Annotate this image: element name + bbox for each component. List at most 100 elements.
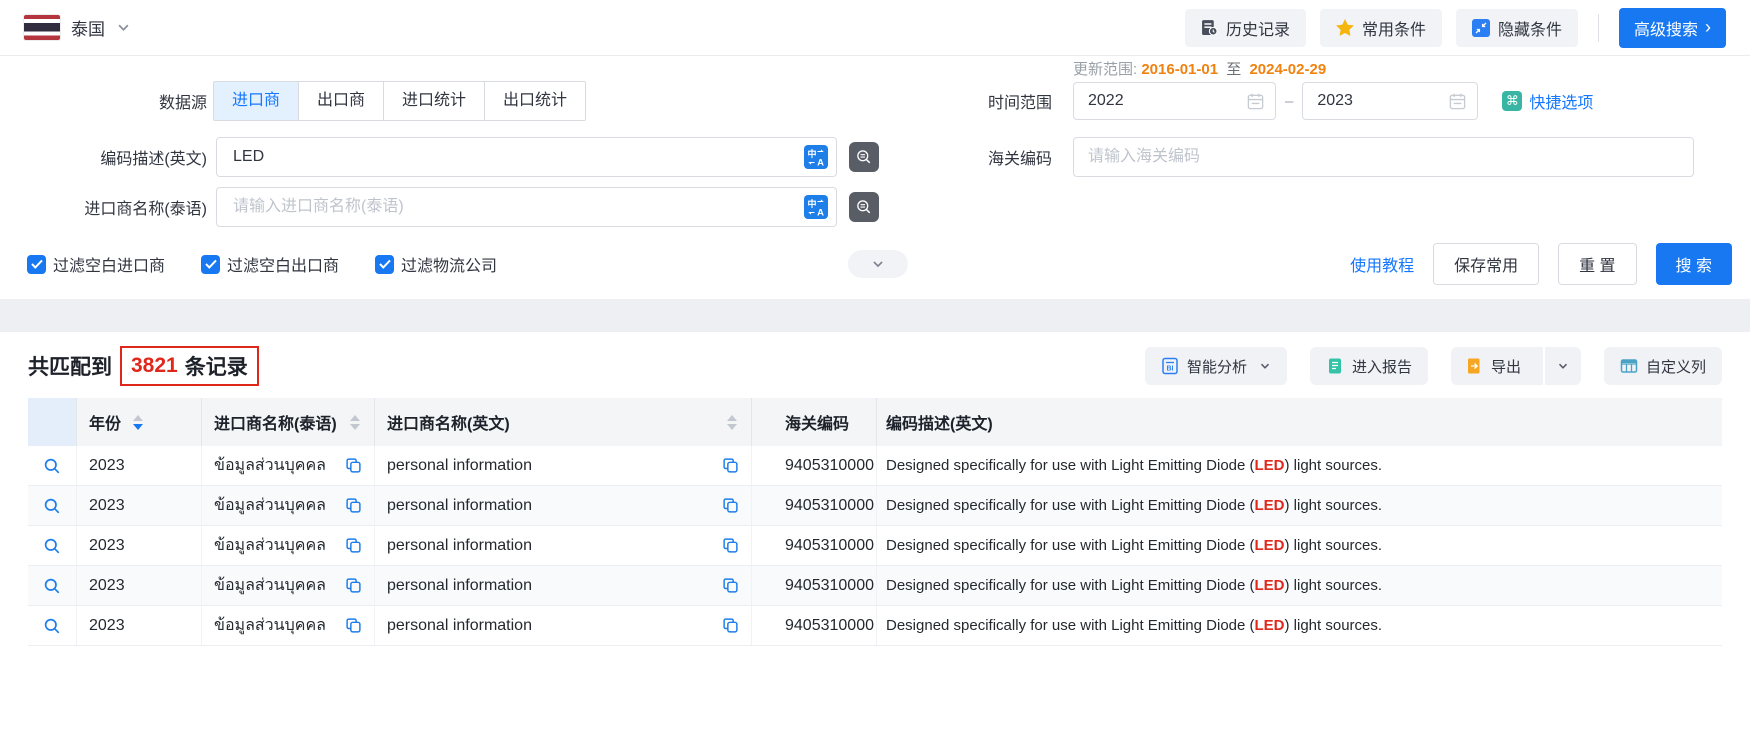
copy-button[interactable]	[722, 617, 739, 634]
row-hs-code: 9405310000	[785, 537, 874, 555]
sort-importer-th-control[interactable]	[350, 415, 360, 430]
code-desc-field[interactable]: 中 A	[216, 137, 837, 177]
collapse-form-button[interactable]	[848, 250, 908, 278]
history-label: 历史记录	[1226, 16, 1290, 40]
match-prefix: 共匹配到	[28, 351, 112, 381]
sort-importer-en-control[interactable]	[727, 415, 737, 430]
hide-conditions-button[interactable]: 隐藏条件	[1456, 9, 1578, 47]
country-selector[interactable]: 泰国	[24, 15, 131, 40]
view-detail-button[interactable]	[43, 497, 61, 515]
importer-label: 进口商名称(泰语)	[0, 195, 207, 219]
view-detail-button[interactable]	[43, 577, 61, 595]
copy-button[interactable]	[722, 537, 739, 554]
tab-export-stats[interactable]: 出口统计	[485, 82, 585, 120]
row-importer-th-cell: ข้อมูลส่วนบุคคล	[202, 606, 375, 645]
custom-columns-button[interactable]: 自定义列	[1604, 347, 1722, 385]
importer-input[interactable]	[231, 197, 804, 217]
table-row: 2023 ข้อมูลส่วนบุคคล personal informatio…	[28, 446, 1722, 486]
smart-analysis-label: 智能分析	[1187, 356, 1247, 377]
svg-text:A: A	[817, 208, 824, 219]
exact-match-toggle[interactable]	[849, 142, 879, 172]
quick-options-button[interactable]: ⌘ 快捷选项	[1502, 89, 1593, 113]
filter-blank-importers-checkbox[interactable]: 过滤空白进口商	[27, 252, 165, 276]
export-button[interactable]: 导出	[1451, 347, 1535, 385]
row-view-cell	[28, 526, 77, 565]
importer-field[interactable]: 中 A	[216, 187, 837, 227]
search-button[interactable]: 搜 索	[1656, 243, 1732, 285]
export-more-button[interactable]	[1543, 347, 1581, 385]
header-code-desc-label: 编码描述(英文)	[886, 410, 993, 434]
tab-import-stats[interactable]: 进口统计	[384, 82, 485, 120]
tutorial-link[interactable]: 使用教程	[1350, 252, 1414, 276]
svg-text:BI: BI	[1166, 366, 1173, 373]
copy-button[interactable]	[722, 457, 739, 474]
date-to-input[interactable]	[1315, 91, 1448, 111]
favorites-button[interactable]: 常用条件	[1320, 9, 1442, 47]
date-from-field[interactable]	[1073, 82, 1276, 120]
desc-before: Designed specifically for use with Light…	[886, 617, 1255, 634]
row-hs-code: 9405310000	[785, 497, 874, 515]
code-desc-input[interactable]	[231, 147, 804, 167]
row-importer-en-cell: personal information	[375, 606, 752, 645]
table-row: 2023 ข้อมูลส่วนบุคคล personal informatio…	[28, 606, 1722, 646]
svg-text:中: 中	[807, 198, 816, 209]
copy-button[interactable]	[722, 577, 739, 594]
copy-icon	[722, 577, 739, 594]
sort-desc-icon	[133, 424, 143, 430]
translate-icon[interactable]: 中 A	[804, 195, 828, 219]
desc-before: Designed specifically for use with Light…	[886, 537, 1255, 554]
calendar-icon[interactable]	[1246, 92, 1265, 111]
row-desc-cell: Designed specifically for use with Light…	[877, 486, 1722, 525]
header-year-label: 年份	[89, 410, 121, 434]
chevron-down-icon	[1259, 360, 1271, 372]
tab-importers[interactable]: 进口商	[214, 82, 299, 120]
row-year-cell: 2023	[77, 526, 202, 565]
filter-blank-exporters-checkbox[interactable]: 过滤空白出口商	[201, 252, 339, 276]
datasource-label: 数据源	[0, 89, 207, 113]
exact-match-toggle[interactable]	[849, 192, 879, 222]
view-detail-button[interactable]	[43, 537, 61, 555]
filter-label: 过滤空白出口商	[227, 252, 339, 276]
row-name-th: ข้อมูลส่วนบุคคล	[214, 453, 326, 478]
row-year-cell: 2023	[77, 486, 202, 525]
sort-year-control[interactable]	[133, 415, 143, 430]
header-code-desc: 编码描述(英文)	[877, 398, 1722, 446]
tab-exporters[interactable]: 出口商	[299, 82, 384, 120]
advanced-search-button[interactable]: 高级搜索 ›	[1619, 8, 1726, 48]
copy-button[interactable]	[722, 497, 739, 514]
date-from-input[interactable]	[1086, 91, 1246, 111]
custom-columns-label: 自定义列	[1646, 356, 1706, 377]
row-hs-code-cell: 9405310000	[752, 566, 877, 605]
copy-icon	[345, 497, 362, 514]
view-detail-button[interactable]	[43, 617, 61, 635]
row-description: Designed specifically for use with Light…	[886, 577, 1382, 594]
favorites-icon	[1336, 19, 1354, 36]
magnifier-icon	[43, 617, 61, 635]
copy-button[interactable]	[345, 617, 362, 634]
copy-button[interactable]	[345, 457, 362, 474]
save-favorite-button[interactable]: 保存常用	[1433, 243, 1539, 285]
enter-report-button[interactable]: 进入报告	[1310, 347, 1428, 385]
reset-button[interactable]: 重 置	[1558, 243, 1636, 285]
copy-button[interactable]	[345, 537, 362, 554]
command-icon: ⌘	[1502, 91, 1522, 111]
date-to-field[interactable]	[1302, 82, 1478, 120]
header-importer-en-label: 进口商名称(英文)	[387, 410, 510, 434]
update-range: 更新范围: 2016-01-01 至 2024-02-29	[1073, 58, 1326, 79]
translate-icon[interactable]: 中 A	[804, 145, 828, 169]
favorites-label: 常用条件	[1362, 16, 1426, 40]
view-detail-button[interactable]	[43, 457, 61, 475]
hs-code-input[interactable]	[1073, 137, 1694, 177]
filter-logistics-checkbox[interactable]: 过滤物流公司	[375, 252, 497, 276]
svg-text:中: 中	[807, 148, 816, 159]
desc-before: Designed specifically for use with Light…	[886, 497, 1255, 514]
smart-analysis-button[interactable]: BI 智能分析	[1145, 347, 1287, 385]
calendar-icon[interactable]	[1448, 92, 1467, 111]
header-hs-code: 海关编码	[752, 398, 877, 446]
desc-before: Designed specifically for use with Light…	[886, 457, 1255, 474]
copy-button[interactable]	[345, 497, 362, 514]
history-button[interactable]: 历史记录	[1185, 9, 1306, 47]
copy-button[interactable]	[345, 577, 362, 594]
row-importer-en-cell: personal information	[375, 486, 752, 525]
desc-keyword: LED	[1255, 577, 1285, 594]
